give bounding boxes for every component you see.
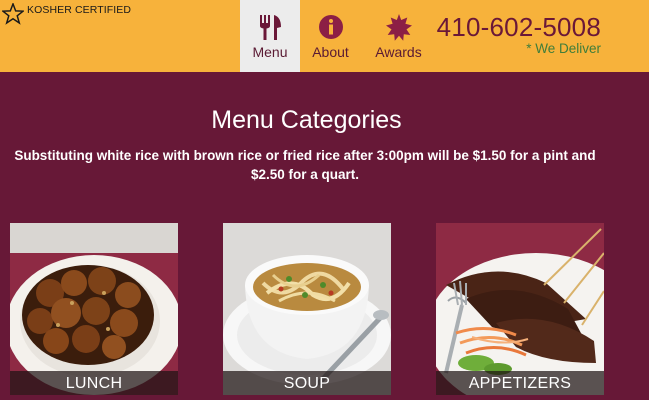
phone-number[interactable]: 410-602-5008 bbox=[437, 12, 601, 43]
header-bar: KOSHER CERTIFIED Menu About Awards 410-6… bbox=[0, 0, 649, 72]
category-card-soup[interactable]: SOUP bbox=[223, 223, 391, 395]
nav-awards[interactable]: Awards bbox=[361, 0, 436, 72]
category-label-soup: SOUP bbox=[223, 371, 391, 395]
category-label-appetizers: APPETIZERS bbox=[436, 371, 604, 395]
delivery-note: * We Deliver bbox=[526, 41, 601, 56]
kosher-badge: KOSHER CERTIFIED bbox=[2, 3, 131, 25]
lunch-image bbox=[10, 223, 178, 395]
info-icon bbox=[318, 15, 343, 39]
category-card-appetizers[interactable]: APPETIZERS bbox=[436, 223, 604, 395]
soup-image bbox=[223, 223, 391, 395]
appetizers-image bbox=[436, 223, 604, 395]
page-title: Menu Categories bbox=[211, 106, 402, 134]
award-star-icon bbox=[385, 14, 412, 41]
star-icon bbox=[2, 3, 24, 25]
nav-about[interactable]: About bbox=[300, 0, 361, 72]
category-label-lunch: LUNCH bbox=[10, 371, 178, 395]
rice-substitution-note: Substituting white rice with brown rice … bbox=[14, 148, 596, 182]
nav-menu[interactable]: Menu bbox=[240, 0, 300, 72]
main-nav: Menu About Awards bbox=[240, 0, 436, 72]
nav-about-label: About bbox=[312, 44, 349, 60]
nav-awards-label: Awards bbox=[375, 44, 422, 60]
category-card-lunch[interactable]: LUNCH bbox=[10, 223, 178, 395]
nav-menu-label: Menu bbox=[252, 44, 288, 60]
kosher-label: KOSHER CERTIFIED bbox=[27, 4, 132, 16]
fork-knife-icon bbox=[260, 15, 281, 40]
